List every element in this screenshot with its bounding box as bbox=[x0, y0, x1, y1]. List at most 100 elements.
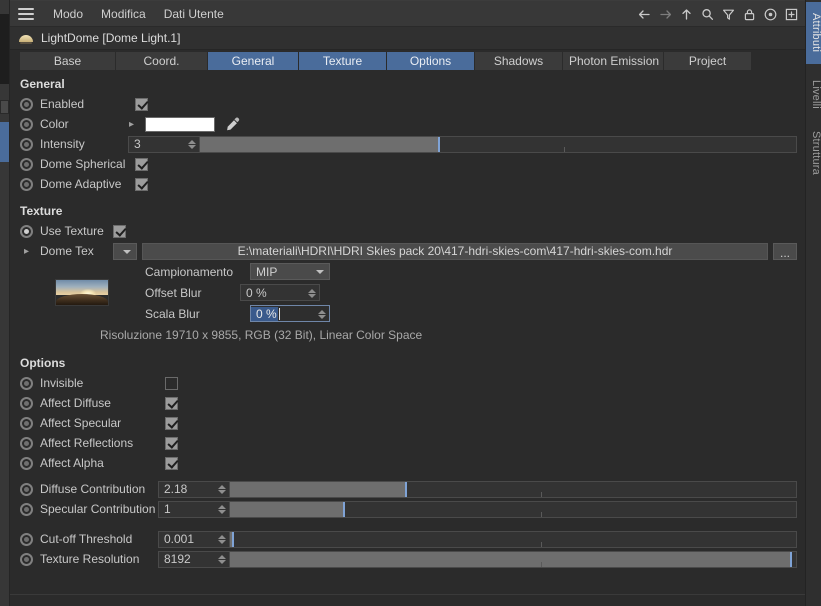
cutoff-threshold-stepper[interactable] bbox=[217, 533, 226, 547]
checkbox-affect-reflections[interactable] bbox=[165, 436, 178, 450]
left-strip-nub[interactable] bbox=[0, 100, 9, 114]
label-affect-alpha: Affect Alpha bbox=[40, 456, 104, 470]
animate-bullet-invisible[interactable] bbox=[20, 376, 33, 390]
checkbox-dome-adaptive[interactable] bbox=[135, 177, 148, 191]
texture-thumbnail[interactable] bbox=[55, 279, 109, 306]
chevron-down-icon bbox=[316, 270, 324, 274]
cutoff-threshold-value: 0.001 bbox=[164, 532, 195, 546]
label-cutoff-threshold: Cut-off Threshold bbox=[40, 532, 133, 546]
texture-resolution-input[interactable]: 8192 bbox=[158, 550, 230, 568]
attributes-panel: Modo Modifica Dati Utente LightDome [Dom… bbox=[10, 0, 805, 606]
diffuse-contribution-stepper[interactable] bbox=[217, 483, 226, 497]
diffuse-contribution-input[interactable]: 2.18 bbox=[158, 480, 230, 498]
specular-contribution-slider[interactable] bbox=[230, 500, 797, 518]
dome-tex-browse-button[interactable]: ... bbox=[773, 242, 797, 260]
lock-icon[interactable] bbox=[740, 5, 759, 24]
specular-contribution-input[interactable]: 1 bbox=[158, 500, 230, 518]
label-affect-diffuse: Affect Diffuse bbox=[40, 396, 111, 410]
up-arrow-icon[interactable] bbox=[677, 5, 696, 24]
intensity-input[interactable]: 3 bbox=[128, 135, 200, 153]
label-use-texture: Use Texture bbox=[40, 224, 104, 238]
menu-item-modo[interactable]: Modo bbox=[44, 5, 92, 23]
object-title: LightDome [Dome Light.1] bbox=[41, 31, 181, 45]
scala-blur-input[interactable]: 0 % bbox=[250, 305, 330, 322]
eyedropper-icon[interactable] bbox=[223, 116, 243, 132]
tab-photon-emission[interactable]: Photon Emission bbox=[563, 52, 664, 70]
animate-bullet-affect-specular[interactable] bbox=[20, 416, 33, 430]
offset-blur-stepper[interactable] bbox=[307, 286, 316, 300]
animate-bullet-color[interactable] bbox=[20, 117, 33, 131]
dome-tex-dropdown[interactable] bbox=[113, 242, 137, 260]
dome-tex-path-input[interactable]: E:\materiali\HDRI\HDRI Skies pack 20\417… bbox=[142, 242, 768, 260]
scala-blur-stepper[interactable] bbox=[317, 307, 326, 321]
checkbox-affect-alpha[interactable] bbox=[165, 456, 178, 470]
tab-project[interactable]: Project bbox=[664, 52, 752, 70]
animate-bullet-use-texture[interactable] bbox=[20, 224, 33, 238]
specular-contribution-stepper[interactable] bbox=[217, 503, 226, 517]
label-dome-adaptive: Dome Adaptive bbox=[40, 177, 122, 191]
texture-resolution-slider[interactable] bbox=[230, 550, 797, 568]
dome-light-icon bbox=[18, 30, 34, 46]
checkbox-enabled[interactable] bbox=[135, 97, 148, 111]
checkbox-dome-spherical[interactable] bbox=[135, 157, 148, 171]
animate-bullet-diffuse-contribution[interactable] bbox=[20, 482, 33, 496]
tab-texture[interactable]: Texture bbox=[299, 52, 387, 70]
vtab-attributi[interactable]: Attributi bbox=[806, 2, 821, 64]
add-box-icon[interactable] bbox=[782, 5, 801, 24]
cutoff-threshold-slider[interactable] bbox=[230, 530, 797, 548]
row-texture-resolution: Texture Resolution 8192 bbox=[10, 549, 805, 569]
diffuse-contribution-value: 2.18 bbox=[164, 482, 188, 496]
tab-options[interactable]: Options bbox=[387, 52, 475, 70]
search-icon[interactable] bbox=[698, 5, 717, 24]
cutoff-threshold-input[interactable]: 0.001 bbox=[158, 530, 230, 548]
forward-arrow-icon[interactable] bbox=[656, 5, 675, 24]
row-use-texture: Use Texture bbox=[10, 221, 805, 241]
checkbox-affect-specular[interactable] bbox=[165, 416, 178, 430]
row-offset-blur: Offset Blur 0 % bbox=[10, 279, 805, 306]
expand-arrow-color[interactable]: ▸ bbox=[125, 119, 138, 130]
animate-bullet-texture-resolution[interactable] bbox=[20, 552, 33, 566]
left-strip-active-marker[interactable] bbox=[0, 122, 9, 162]
animate-bullet-intensity[interactable] bbox=[20, 137, 33, 151]
animate-bullet-affect-alpha[interactable] bbox=[20, 456, 33, 470]
menu-item-modifica[interactable]: Modifica bbox=[92, 5, 155, 23]
row-affect-diffuse: Affect Diffuse bbox=[10, 393, 805, 413]
toolbar-icons bbox=[635, 1, 801, 27]
animate-bullet-specular-contribution[interactable] bbox=[20, 502, 33, 516]
color-swatch[interactable] bbox=[145, 116, 215, 132]
menu-icon[interactable] bbox=[16, 5, 36, 23]
vtab-struttura[interactable]: Struttura bbox=[806, 122, 821, 184]
texture-resolution-stepper[interactable] bbox=[217, 553, 226, 567]
tab-base[interactable]: Base bbox=[20, 52, 116, 70]
label-campionamento: Campionamento bbox=[145, 264, 234, 279]
checkbox-invisible[interactable] bbox=[165, 376, 178, 390]
animate-bullet-cutoff-threshold[interactable] bbox=[20, 532, 33, 546]
offset-blur-input[interactable]: 0 % bbox=[240, 284, 320, 301]
animate-bullet-affect-diffuse[interactable] bbox=[20, 396, 33, 410]
label-diffuse-contribution: Diffuse Contribution bbox=[40, 482, 146, 496]
expand-arrow-dome-tex[interactable]: ▸ bbox=[20, 246, 33, 257]
animate-bullet-enabled[interactable] bbox=[20, 97, 33, 111]
menu-item-dati-utente[interactable]: Dati Utente bbox=[155, 5, 233, 23]
texture-resolution-value: 8192 bbox=[164, 552, 191, 566]
vtab-livelli[interactable]: Livelli bbox=[806, 70, 821, 118]
back-arrow-icon[interactable] bbox=[635, 5, 654, 24]
animate-bullet-dome-adaptive[interactable] bbox=[20, 177, 33, 191]
animate-bullet-dome-spherical[interactable] bbox=[20, 157, 33, 171]
target-circle-icon[interactable] bbox=[761, 5, 780, 24]
campionamento-select[interactable]: MIP bbox=[250, 263, 330, 280]
checkbox-affect-diffuse[interactable] bbox=[165, 396, 178, 410]
label-dome-spherical: Dome Spherical bbox=[40, 157, 126, 171]
diffuse-contribution-slider[interactable] bbox=[230, 480, 797, 498]
filter-funnel-icon[interactable] bbox=[719, 5, 738, 24]
intensity-stepper[interactable] bbox=[187, 138, 196, 152]
tab-coord[interactable]: Coord. bbox=[116, 52, 208, 70]
tab-shadows[interactable]: Shadows bbox=[475, 52, 563, 70]
row-specular-contribution: Specular Contribution 1 bbox=[10, 499, 805, 519]
tab-general[interactable]: General bbox=[208, 52, 299, 70]
texture-resolution-note: Risoluzione 19710 x 9855, RGB (32 Bit), … bbox=[100, 328, 423, 342]
checkbox-use-texture[interactable] bbox=[113, 224, 126, 238]
animate-bullet-affect-reflections[interactable] bbox=[20, 436, 33, 450]
tab-bar: Base Coord. General Texture Options Shad… bbox=[10, 50, 805, 70]
intensity-slider[interactable] bbox=[200, 135, 797, 153]
